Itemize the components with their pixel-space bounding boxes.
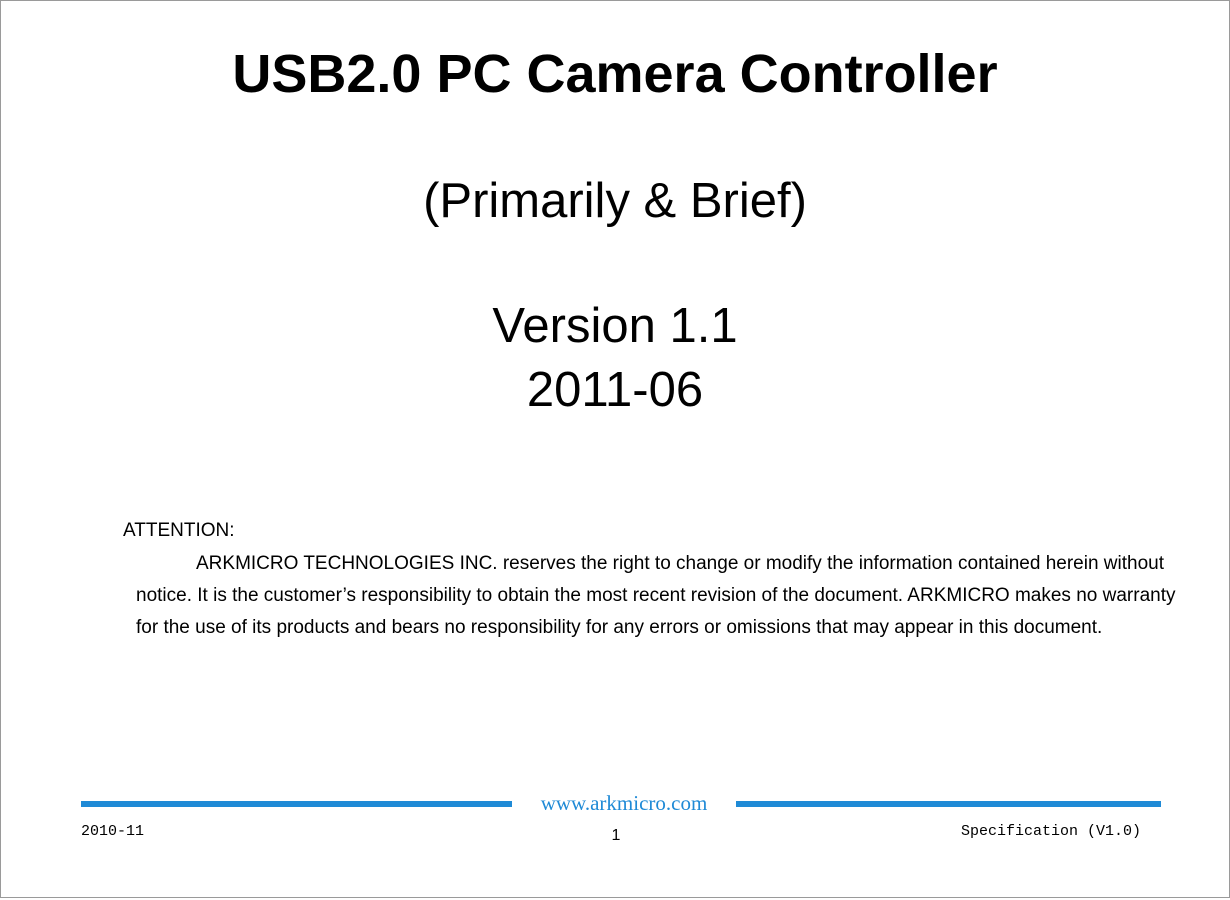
attention-body: ARKMICRO TECHNOLOGIES INC. reserves the …: [136, 553, 1176, 638]
footer-rule-left: [81, 801, 512, 807]
page-number: 1: [611, 827, 621, 844]
footer-date: 2010-11: [81, 823, 145, 840]
footer-rule-right: [736, 801, 1161, 807]
document-title: USB2.0 PC Camera Controller: [232, 44, 998, 104]
document-date: 2011-06: [526, 363, 704, 417]
footer-url: www.arkmicro.com: [540, 791, 708, 815]
document-page: USB2.0 PC Camera Controller (Primarily &…: [0, 0, 1230, 898]
attention-heading: ATTENTION:: [123, 520, 235, 541]
document-subtitle: (Primarily & Brief): [423, 174, 807, 228]
document-version: Version 1.1: [492, 299, 738, 353]
footer-spec-label: Specification (V1.0): [960, 823, 1141, 840]
